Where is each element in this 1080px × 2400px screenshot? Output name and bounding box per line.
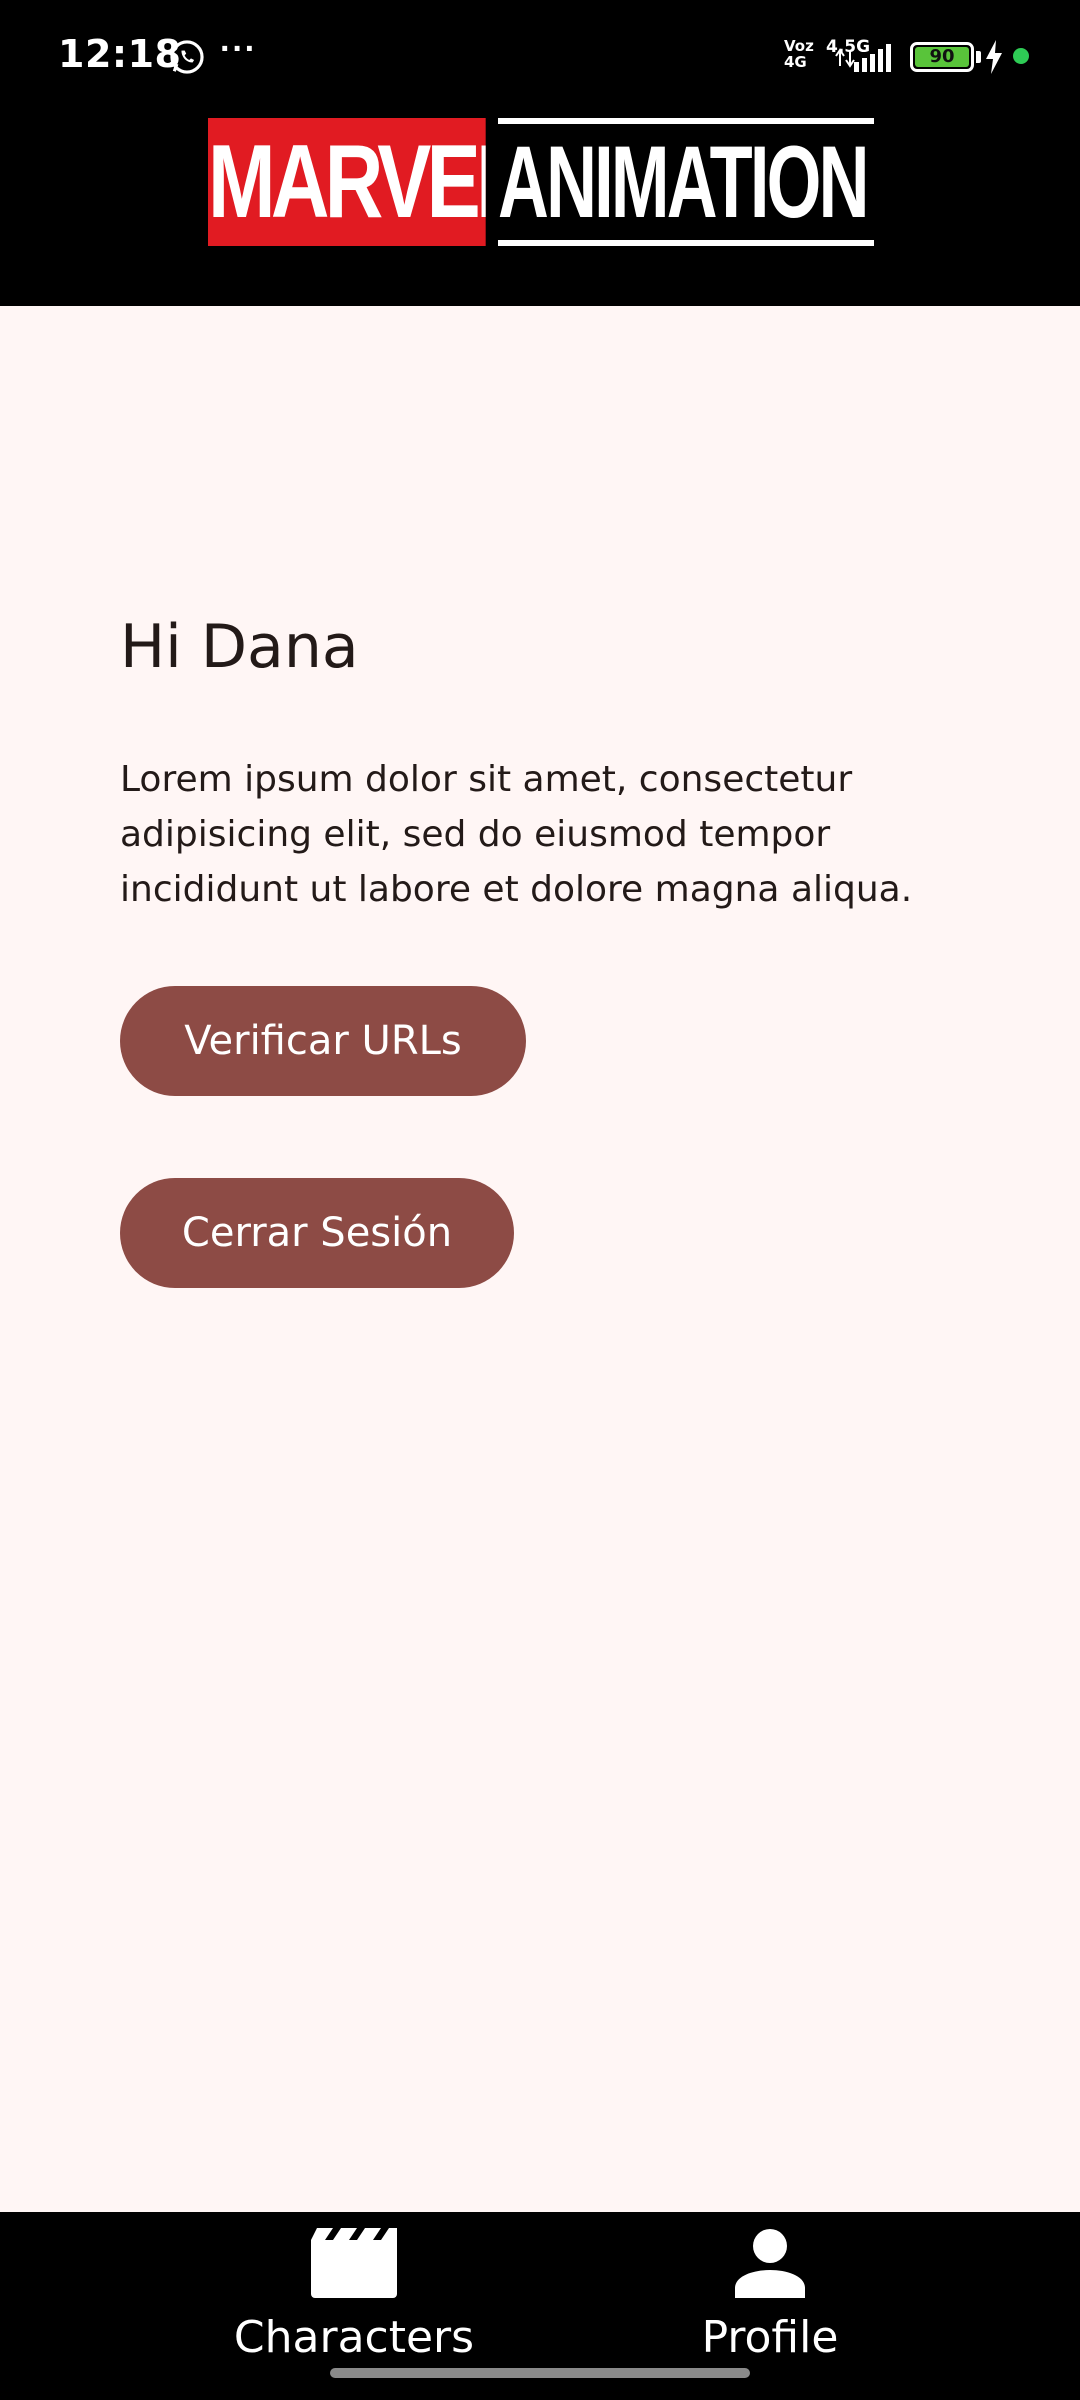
network-type-top: Voz (784, 37, 814, 55)
profile-screen: 12:18 ··· Voz 4G 4.5G 90 MARVEL (0, 0, 1080, 2400)
more-notifications-icon: ··· (220, 30, 257, 68)
nav-label-characters: Characters (233, 2312, 475, 2363)
signal-icon (835, 44, 891, 72)
marvel-animation-logo: MARVEL ANIMATION (208, 118, 874, 246)
logo-marvel-text: MARVEL (208, 118, 486, 246)
logo-animation-text: ANIMATION (498, 125, 869, 239)
network-type-bottom: 4G (784, 53, 807, 71)
app-header: 12:18 ··· Voz 4G 4.5G 90 MARVEL (0, 0, 1080, 306)
battery-level: 90 (915, 47, 969, 67)
charging-icon (986, 40, 1002, 74)
description-text: Lorem ipsum dolor sit amet, consectetur … (120, 759, 913, 910)
clapperboard-icon (311, 2228, 397, 2298)
nav-label-profile: Profile (701, 2312, 839, 2363)
nav-item-profile[interactable]: Profile (620, 2212, 920, 2382)
verify-urls-button[interactable]: Verificar URLs (120, 986, 526, 1096)
logout-button[interactable]: Cerrar Sesión (120, 1178, 514, 1288)
status-time: 12:18 (58, 32, 182, 76)
logo-animation-box: ANIMATION (498, 118, 874, 246)
battery-icon: 90 (910, 42, 974, 72)
person-icon (735, 2229, 805, 2298)
greeting-title: Hi Dana (120, 612, 359, 682)
privacy-indicator-dot (1013, 48, 1029, 64)
home-indicator[interactable] (330, 2368, 750, 2378)
battery-tip (976, 51, 981, 63)
nav-item-characters[interactable]: Characters (204, 2212, 504, 2382)
whatsapp-icon (170, 40, 204, 74)
network-type: Voz 4G (784, 38, 814, 70)
